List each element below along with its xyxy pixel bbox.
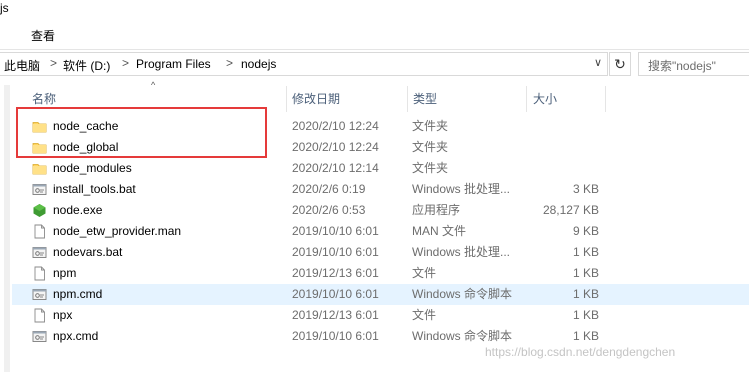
file-date: 2019/12/13 6:01 [292,308,379,322]
file-date: 2019/10/10 6:01 [292,329,379,343]
chevron-down-icon[interactable]: ∨ [591,55,605,71]
crumb-nodejs[interactable]: nodejs [241,57,276,71]
file-row[interactable]: node_modules 2020/2/10 12:14 文件夹 [12,158,749,179]
document-icon [32,224,47,239]
file-size: 1 KB [572,245,599,259]
file-row[interactable]: install_tools.bat 2020/2/6 0:19 Windows 批处… [12,179,749,200]
file-date: 2020/2/10 12:14 [292,161,379,175]
file-date: 2020/2/10 12:24 [292,140,379,154]
column-divider[interactable] [526,86,527,112]
file-date: 2019/10/10 6:01 [292,287,379,301]
file-name: install_tools.bat [53,182,136,196]
file-name: nodevars.bat [53,245,123,259]
file-type: Windows 命令脚本 [412,329,513,343]
file-size [527,137,599,158]
node-exe-icon [32,203,47,218]
file-type: 文件 [412,308,437,322]
document-icon [32,266,47,281]
folder-icon [32,161,47,176]
file-name: npx [53,308,73,322]
crumb-this-pc[interactable]: 此电脑 [4,57,40,74]
file-date: 2019/12/13 6:01 [292,266,379,280]
file-name: node.exe [53,203,103,217]
crumb-separator[interactable]: > [50,56,57,70]
refresh-icon: ↻ [614,56,626,72]
document-icon [32,308,47,323]
file-date: 2020/2/6 0:19 [292,182,366,196]
file-size: 1 KB [572,266,599,280]
column-header-size[interactable]: 大小 [533,90,557,107]
file-date: 2019/10/10 6:01 [292,245,379,259]
annotation-highlight-box [16,107,267,158]
file-name: npm [53,266,77,280]
batch-file-icon [32,182,47,197]
column-header-name[interactable]: 名称 [32,90,56,107]
crumb-program-files[interactable]: Program Files [136,57,211,71]
file-size: 3 KB [572,182,599,196]
column-divider[interactable] [605,86,606,112]
file-type: 应用程序 [412,203,461,217]
ribbon-divider [0,49,749,50]
file-row[interactable]: node_etw_provider.man 2019/10/10 6:01 MAN … [12,221,749,242]
crumb-separator[interactable]: > [122,56,129,70]
file-date: 2020/2/6 0:53 [292,203,366,217]
file-row[interactable]: nodevars.bat 2019/10/10 6:01 Windows 批处理..… [12,242,749,263]
file-name: node_etw_provider.man [53,224,182,238]
tab-view[interactable]: 查看 [31,27,55,44]
file-size [527,116,599,137]
file-type: 文件 [412,266,437,280]
refresh-button[interactable]: ↻ [609,52,631,76]
column-divider[interactable] [407,86,408,112]
file-size: 9 KB [572,224,599,238]
file-name: npm.cmd [53,287,103,301]
file-date: 2019/10/10 6:01 [292,224,379,238]
column-header-date[interactable]: 修改日期 [292,90,340,107]
sort-ascending-icon: ^ [151,80,156,90]
ribbon [0,22,749,48]
file-row[interactable]: node.exe 2020/2/6 0:53 应用程序 28,127 KB [12,200,749,221]
file-name: node_modules [53,161,132,175]
title-bar [0,0,749,22]
file-size [527,158,599,179]
column-divider[interactable] [286,86,287,112]
crumb-separator[interactable]: > [226,56,233,70]
watermark: https://blog.csdn.net/dengdengchen [485,345,676,359]
file-size: 1 KB [572,287,599,301]
file-row[interactable]: npx 2019/12/13 6:01 文件 1 KB [12,305,749,326]
nav-pane-scrollbar[interactable] [4,85,10,372]
file-size: 28,127 KB [542,203,599,217]
file-type: Windows 命令脚本 [412,287,513,301]
column-header-type[interactable]: 类型 [413,90,437,107]
file-row[interactable]: npm 2019/12/13 6:01 文件 1 KB [12,263,749,284]
batch-file-icon [32,245,47,260]
file-row[interactable]: npm.cmd 2019/10/10 6:01 Windows 命令脚本 1 KB [12,284,749,305]
batch-file-icon [32,287,47,302]
batch-file-icon [32,329,47,344]
file-type: Windows 批处理... [412,182,511,196]
file-row[interactable]: npx.cmd 2019/10/10 6:01 Windows 命令脚本 1 KB [12,326,749,347]
search-placeholder: 搜索"nodejs" [648,59,716,73]
file-date: 2020/2/10 12:24 [292,119,379,133]
file-type: Windows 批处理... [412,245,511,259]
crumb-drive-d[interactable]: 软件 (D:) [63,57,110,74]
file-size: 1 KB [572,308,599,322]
window-title: js [0,1,9,15]
file-name: npx.cmd [53,329,99,343]
file-type: 文件夹 [412,140,449,154]
file-type: 文件夹 [412,161,449,175]
file-size: 1 KB [572,329,599,343]
file-type: MAN 文件 [412,224,467,238]
file-type: 文件夹 [412,119,449,133]
